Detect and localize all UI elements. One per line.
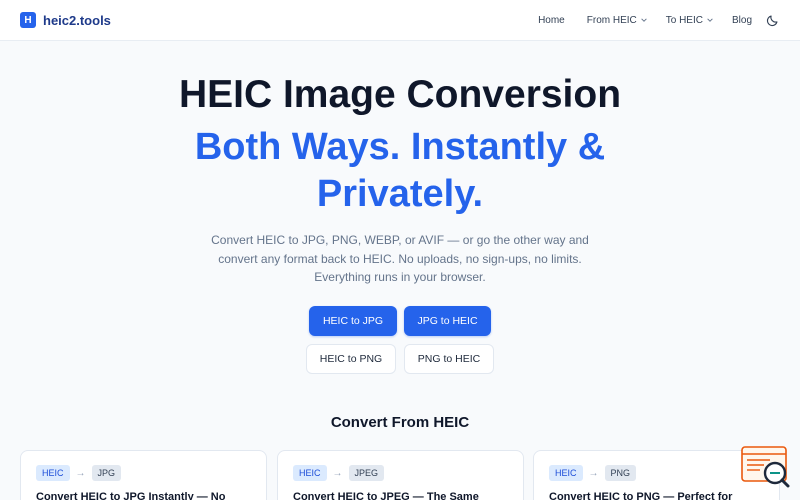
format-badge-from: HEIC	[36, 465, 70, 481]
card-title: Convert HEIC to PNG — Perfect for	[549, 491, 733, 500]
moon-icon[interactable]	[766, 13, 780, 27]
format-badge-to: JPG	[91, 465, 122, 481]
card-title: Convert HEIC to JPEG — The Same	[293, 491, 479, 500]
nav-blog[interactable]: Blog	[732, 15, 752, 26]
heic-to-png-button[interactable]: HEIC to PNG	[306, 344, 396, 374]
section-title: Convert From HEIC	[330, 414, 470, 431]
main-nav: Home From HEIC To HEIC Blog	[538, 0, 780, 41]
chevron-down-icon	[641, 18, 647, 22]
png-to-heic-button[interactable]: PNG to HEIC	[404, 344, 494, 374]
conversion-card[interactable]: HEIC → JPG Convert HEIC to JPG Instantly…	[20, 450, 267, 500]
card-title: Convert HEIC to JPG Instantly — No	[36, 491, 226, 500]
arrow-right-icon: →	[75, 467, 86, 479]
logo-text: heic2.tools	[43, 12, 111, 28]
search-widget-icon[interactable]	[740, 446, 790, 494]
format-badge-to: JPEG	[348, 465, 385, 481]
nav-to-heic-label: To HEIC	[665, 14, 703, 26]
nav-home[interactable]: Home	[538, 15, 565, 26]
logo-icon: H	[20, 12, 36, 28]
nav-to-heic[interactable]: To HEIC	[666, 15, 714, 26]
nav-home-label: Home	[538, 14, 565, 26]
conversion-card[interactable]: HEIC → JPEG Convert HEIC to JPEG — The S…	[277, 450, 524, 500]
hero-title: HEIC Image Conversion	[178, 73, 622, 116]
jpg-to-heic-button[interactable]: JPG to HEIC	[404, 306, 491, 336]
chevron-down-icon	[707, 18, 713, 22]
nav-blog-label: Blog	[731, 14, 752, 26]
nav-from-heic[interactable]: From HEIC	[587, 15, 648, 26]
hero-description: Convert HEIC to JPG, PNG, WEBP, or AVIF …	[211, 233, 589, 284]
arrow-right-icon: →	[332, 467, 343, 479]
format-badge-to: PNG	[604, 465, 637, 481]
logo-link[interactable]: H heic2.tools	[20, 12, 111, 28]
heic-to-jpg-button[interactable]: HEIC to JPG	[309, 306, 397, 336]
arrow-right-icon: →	[588, 467, 599, 479]
nav-from-heic-label: From HEIC	[586, 14, 637, 26]
format-badge-from: HEIC	[549, 465, 583, 481]
hero-subtitle-line1: Both Ways. Instantly &	[194, 126, 606, 168]
hero-subtitle-line2: Privately.	[316, 173, 484, 215]
format-badge-from: HEIC	[293, 465, 327, 481]
site-header: H heic2.tools Home From HEIC To HEIC Blo…	[0, 0, 800, 41]
